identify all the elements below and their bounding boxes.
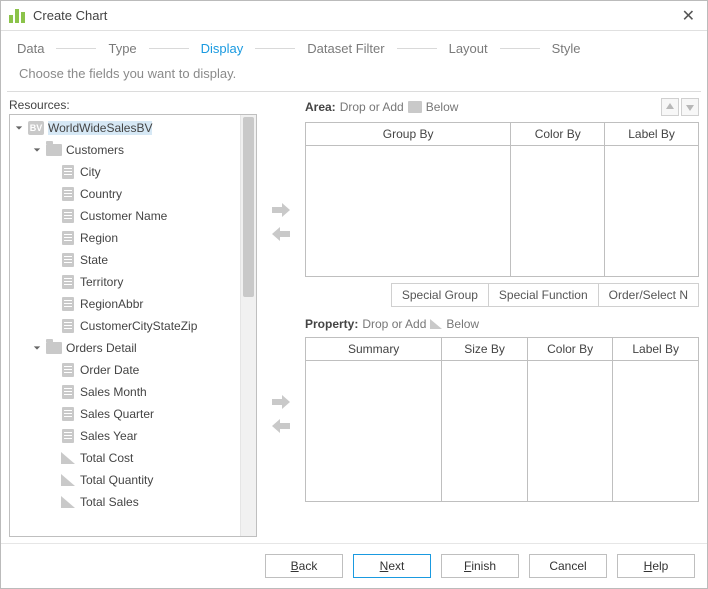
step-layout[interactable]: Layout (447, 41, 490, 56)
field-icon (60, 297, 76, 311)
tree-scrollbar[interactable] (240, 115, 256, 536)
folder-icon (46, 143, 62, 157)
tree-root[interactable]: BV WorldWideSalesBV (10, 117, 240, 139)
area-header: Area: Drop or Add Below (305, 98, 699, 116)
tree-item-order-date[interactable]: Order Date (10, 359, 240, 381)
area-col-labelby: Label By (605, 123, 698, 146)
back-button[interactable]: Back (265, 554, 343, 578)
step-dataset-filter[interactable]: Dataset Filter (305, 41, 386, 56)
transfer-arrows (263, 98, 299, 537)
tree-item-total-quantity[interactable]: Total Quantity (10, 469, 240, 491)
tree-root-label: WorldWideSalesBV (48, 121, 152, 135)
field-icon (60, 407, 76, 421)
property-drop-colorby[interactable] (528, 361, 614, 501)
area-table[interactable]: Group By Color By Label By (305, 122, 699, 277)
resources-label: Resources: (9, 98, 257, 112)
property-col-summary: Summary (306, 338, 442, 361)
scrollbar-thumb[interactable] (243, 117, 254, 297)
area-move-down-button[interactable] (681, 98, 699, 116)
field-icon (60, 385, 76, 399)
property-col-colorby: Color By (528, 338, 614, 361)
tree-item-region[interactable]: Region (10, 227, 240, 249)
tree-folder-customers[interactable]: Customers (10, 139, 240, 161)
tree-item-customer-name[interactable]: Customer Name (10, 205, 240, 227)
property-drop-sizeby[interactable] (442, 361, 528, 501)
area-drop-labelby[interactable] (605, 146, 698, 276)
window-title: Create Chart (33, 8, 107, 23)
caret-down-icon[interactable] (32, 145, 42, 155)
field-icon (60, 209, 76, 223)
footer: Back Next Finish Cancel Help (1, 543, 707, 588)
property-hint: Drop or Add (362, 317, 426, 331)
wizard-steps: Data Type Display Dataset Filter Layout … (1, 31, 707, 62)
tree-folder-orders[interactable]: Orders Detail (10, 337, 240, 359)
close-button[interactable]: ✕ (678, 6, 699, 26)
field-icon (60, 165, 76, 179)
caret-down-icon[interactable] (14, 123, 24, 133)
area-label: Area: (305, 100, 336, 114)
subtitle: Choose the fields you want to display. (1, 62, 707, 91)
step-data[interactable]: Data (15, 41, 46, 56)
field-icon (60, 231, 76, 245)
area-col-groupby: Group By (306, 123, 511, 146)
step-type[interactable]: Type (106, 41, 138, 56)
tree-item-sales-quarter[interactable]: Sales Quarter (10, 403, 240, 425)
area-drop-colorby[interactable] (511, 146, 605, 276)
add-to-property-button[interactable] (270, 393, 292, 411)
property-table[interactable]: Summary Size By Color By Label By (305, 337, 699, 502)
below-box-icon (408, 101, 422, 113)
measure-icon (60, 473, 76, 487)
tree-item-state[interactable]: State (10, 249, 240, 271)
tree-item-territory[interactable]: Territory (10, 271, 240, 293)
field-icon (60, 429, 76, 443)
tree-item-total-cost[interactable]: Total Cost (10, 447, 240, 469)
property-label: Property: (305, 317, 358, 331)
property-drop-labelby[interactable] (613, 361, 698, 501)
resources-tree[interactable]: BV WorldWideSalesBV Customers City Count… (9, 114, 257, 537)
measure-icon (60, 495, 76, 509)
step-style[interactable]: Style (550, 41, 583, 56)
tree-item-total-sales[interactable]: Total Sales (10, 491, 240, 513)
measure-icon (60, 451, 76, 465)
finish-button[interactable]: Finish (441, 554, 519, 578)
property-col-labelby: Label By (613, 338, 698, 361)
area-hint: Drop or Add (340, 100, 404, 114)
add-to-area-button[interactable] (270, 201, 292, 219)
caret-down-icon[interactable] (32, 343, 42, 353)
help-button[interactable]: Help (617, 554, 695, 578)
below-tri-icon (430, 319, 442, 329)
tree-item-city-state-zip[interactable]: CustomerCityStateZip (10, 315, 240, 337)
property-below-label: Below (446, 317, 479, 331)
special-group-button[interactable]: Special Group (391, 283, 489, 307)
field-icon (60, 363, 76, 377)
order-select-button[interactable]: Order/Select N (598, 283, 699, 307)
field-icon (60, 253, 76, 267)
area-move-up-button[interactable] (661, 98, 679, 116)
property-header: Property: Drop or Add Below (305, 317, 699, 331)
tree-item-sales-year[interactable]: Sales Year (10, 425, 240, 447)
tree-item-sales-month[interactable]: Sales Month (10, 381, 240, 403)
field-icon (60, 275, 76, 289)
step-display[interactable]: Display (199, 41, 246, 56)
tree-item-region-abbr[interactable]: RegionAbbr (10, 293, 240, 315)
property-col-sizeby: Size By (442, 338, 528, 361)
tree-item-country[interactable]: Country (10, 183, 240, 205)
area-buttons: Special Group Special Function Order/Sel… (305, 283, 699, 307)
bv-icon: BV (28, 121, 44, 135)
app-logo-icon (9, 9, 25, 23)
remove-from-area-button[interactable] (270, 225, 292, 243)
area-below-label: Below (426, 100, 459, 114)
tree-item-city[interactable]: City (10, 161, 240, 183)
area-col-colorby: Color By (511, 123, 605, 146)
field-icon (60, 319, 76, 333)
titlebar: Create Chart ✕ (1, 1, 707, 31)
cancel-button[interactable]: Cancel (529, 554, 607, 578)
remove-from-property-button[interactable] (270, 417, 292, 435)
property-drop-summary[interactable] (306, 361, 442, 501)
next-button[interactable]: Next (353, 554, 431, 578)
field-icon (60, 187, 76, 201)
special-function-button[interactable]: Special Function (488, 283, 599, 307)
folder-icon (46, 341, 62, 355)
area-drop-groupby[interactable] (306, 146, 511, 276)
